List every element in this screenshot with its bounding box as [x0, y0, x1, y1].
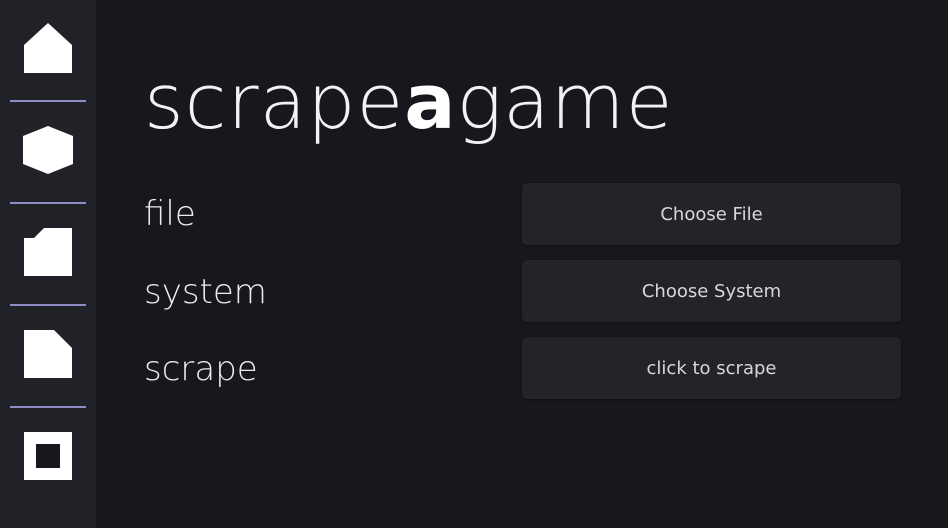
choose-system-button[interactable]: Choose System [522, 260, 901, 322]
home-icon [24, 23, 72, 73]
title-prefix: scrape [144, 57, 405, 146]
title-bold: a [404, 57, 457, 146]
sidebar-item-stop[interactable] [0, 408, 96, 504]
app-title: scrapeagame [144, 56, 673, 148]
folder-icon [24, 228, 72, 276]
file-icon [24, 330, 72, 378]
choose-file-button[interactable]: Choose File [522, 183, 901, 245]
title-suffix: game [456, 57, 674, 146]
sidebar-item-folder[interactable] [0, 204, 96, 300]
app-window: scrapeagame file Choose File system Choo… [0, 0, 948, 528]
stop-square-icon [24, 432, 72, 480]
file-label: file [144, 194, 196, 234]
scrape-button[interactable]: click to scrape [522, 337, 901, 399]
scrape-label: scrape [144, 349, 258, 389]
sidebar-item-home[interactable] [0, 0, 96, 96]
sidebar-item-file[interactable] [0, 306, 96, 402]
hexagon-icon [23, 126, 73, 174]
system-label: system [144, 272, 267, 312]
sidebar [0, 0, 96, 528]
sidebar-item-hexagon[interactable] [0, 102, 96, 198]
